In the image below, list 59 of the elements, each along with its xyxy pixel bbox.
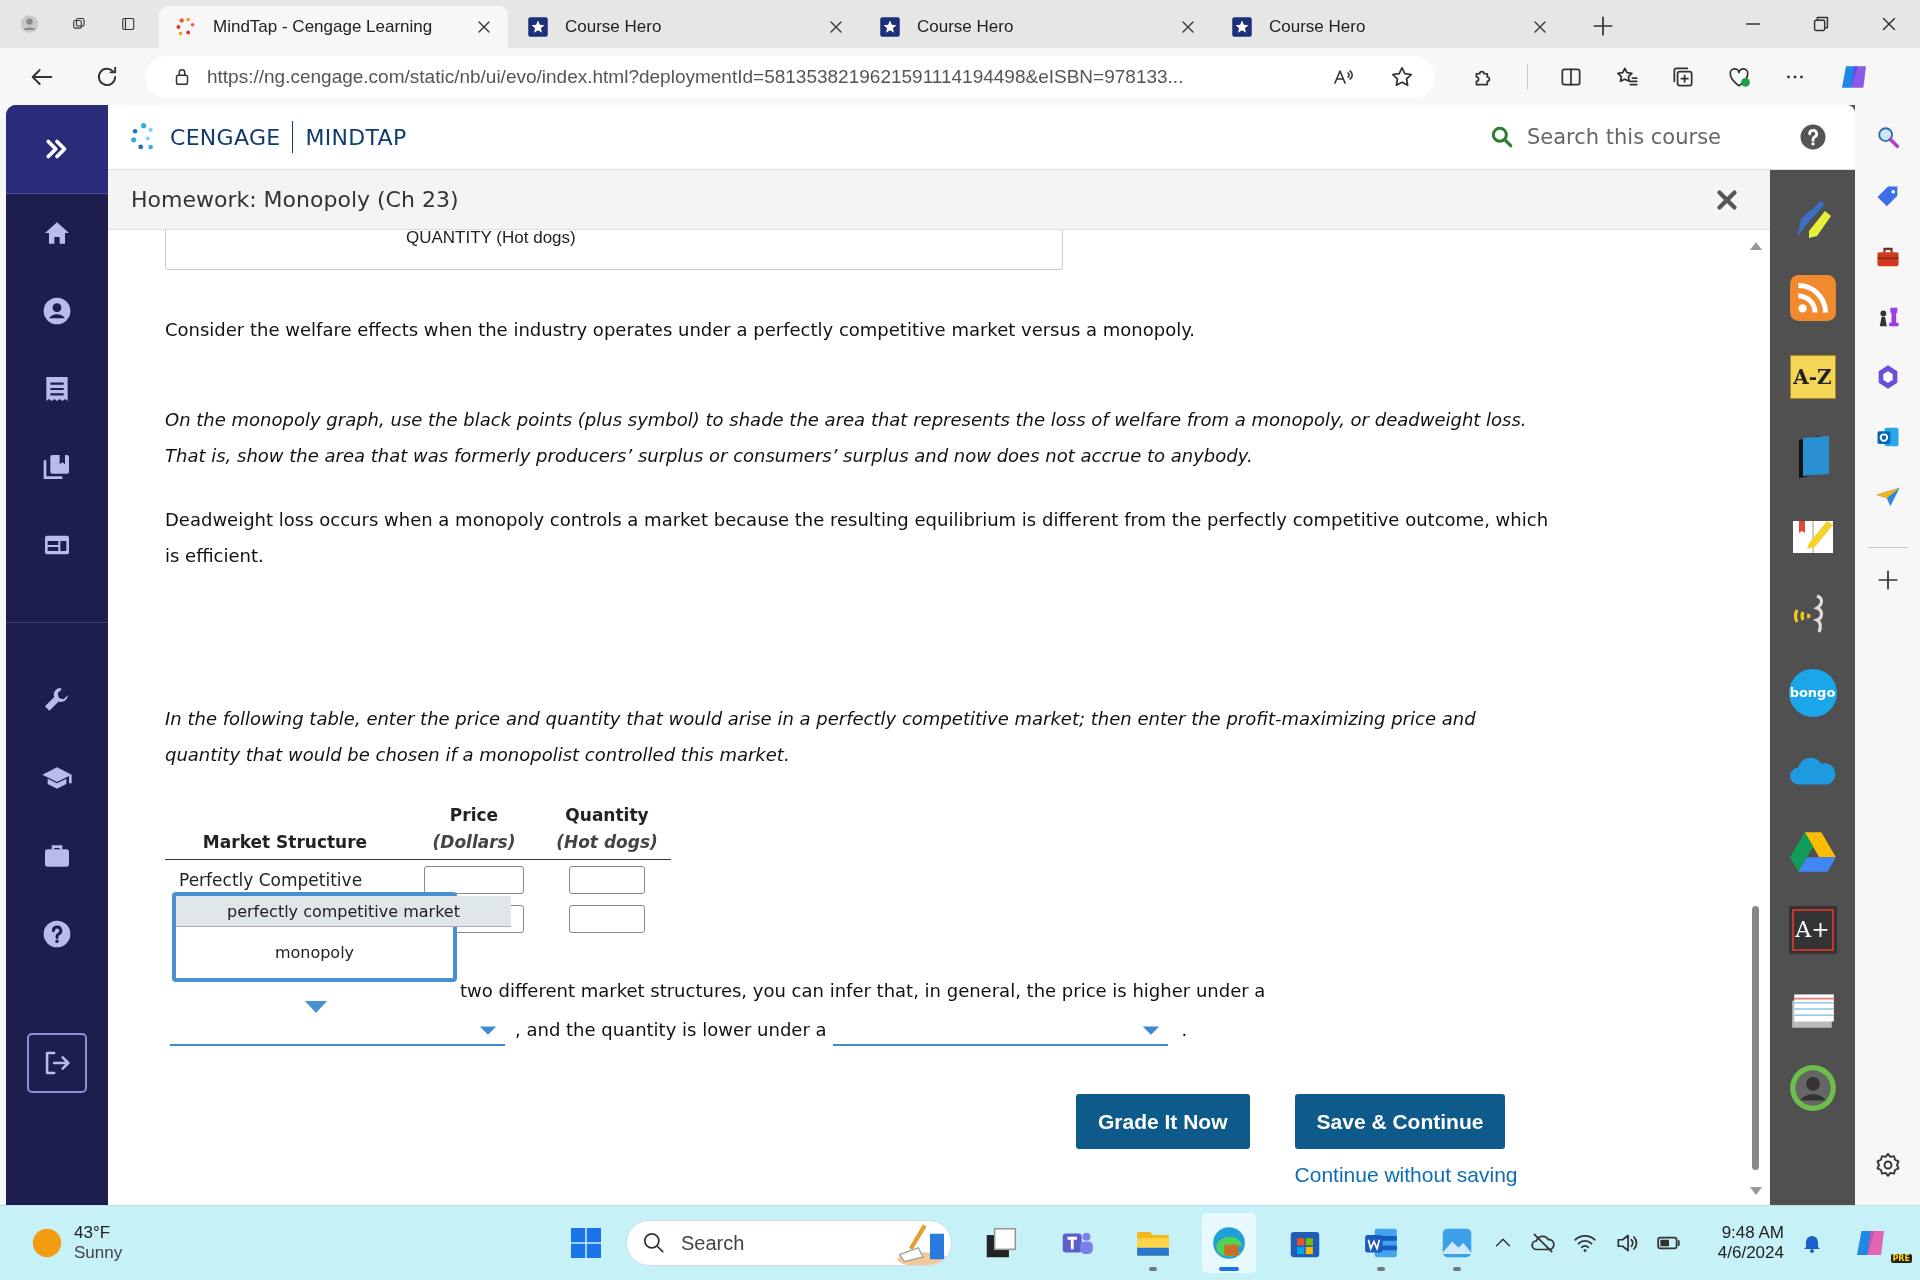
product-name: MINDTAP: [305, 124, 407, 150]
browser-tab[interactable]: MindTap - Cengage Learning: [159, 6, 508, 48]
running-indicator: [1149, 1267, 1157, 1271]
edge-icon[interactable]: [1210, 1224, 1248, 1262]
exit-button[interactable]: [27, 1033, 87, 1093]
paragraph: Deadweight loss occurs when a monopoly controls a market because the resulting equilibrium is different from the perfectly competitive outcome, which is efficient.: [165, 508, 1550, 568]
grade-button[interactable]: Grade It Now: [1076, 1094, 1250, 1149]
column-unit: (Hot dogs): [556, 832, 658, 852]
quantity-input[interactable]: [569, 904, 645, 933]
tab-title: Course Hero: [565, 17, 662, 37]
preview-badge: PRE: [1890, 1254, 1912, 1263]
dropdown-option[interactable]: perfectly competitive market: [176, 896, 511, 927]
grade-icon[interactable]: A+: [1788, 905, 1837, 954]
clock-time[interactable]: 9:48 AM: [1721, 1223, 1784, 1243]
tab-title: Course Hero: [917, 17, 1014, 37]
column-header: Quantity: [565, 805, 649, 825]
sentence-text: two different market structures, you can infer that, in general, the price is higher under a: [460, 979, 1266, 1001]
person-icon[interactable]: [41, 295, 73, 327]
paragraph: Consider the welfare effects when the industry operates under a perfectly competitive market versus a monopoly.: [165, 318, 1196, 342]
weather-condition: Sunny: [74, 1243, 123, 1263]
running-indicator: [1453, 1267, 1461, 1271]
continue-link[interactable]: Continue without saving: [1294, 1163, 1518, 1187]
column-header: Price: [449, 805, 499, 825]
temperature: 43°F: [74, 1223, 112, 1243]
help-icon[interactable]: [41, 918, 73, 950]
column-header: Market Structure: [202, 832, 368, 852]
paragraph: On the monopoly graph, use the black points (plus symbol) to shade the area that represents the loss of welfare from a monopoly, or deadweight loss. That is, show the area that was formerly producers’ surplus or consumers’ surplus and now does not accrue to anybody.: [165, 408, 1528, 468]
pointer-icon: [305, 1001, 327, 1013]
cloud-off-icon[interactable]: [1529, 1230, 1556, 1256]
column-unit: (Dollars): [432, 832, 516, 852]
price-input[interactable]: [424, 865, 524, 894]
taskbar-search[interactable]: Search: [626, 1220, 952, 1266]
running-indicator: [1219, 1267, 1239, 1271]
paragraph: In the following table, enter the price and quantity that would arise in a perfectly competitive market; then enter the profit-maximizing price and quantity that would be chosen if a monopolist controlled this market.: [165, 707, 1477, 767]
sentence-text: , and the quantity is lower under a: [515, 1019, 827, 1042]
sentence-text: .: [1181, 1019, 1188, 1042]
browser-tab[interactable]: Course Hero: [511, 6, 860, 48]
browser-tab[interactable]: Course Hero: [863, 6, 1212, 48]
start-icon[interactable]: [568, 1225, 604, 1261]
search-field[interactable]: Search this course: [1489, 124, 1742, 150]
search-input[interactable]: Search this course: [1527, 125, 1742, 149]
assignment-title: Homework: Monopoly (Ch 23): [131, 187, 459, 212]
avatar-icon[interactable]: [1787, 1062, 1838, 1113]
quantity-input[interactable]: [569, 865, 645, 894]
axis-label: QUANTITY (Hot dogs): [406, 230, 576, 246]
search-input[interactable]: Search: [679, 1230, 863, 1256]
glossary-icon[interactable]: A-Z: [1789, 354, 1836, 399]
browser-tab[interactable]: Course Hero: [1215, 6, 1564, 48]
rss-icon[interactable]: [1787, 272, 1838, 323]
tab-title: MindTap - Cengage Learning: [213, 17, 433, 37]
clock-date[interactable]: 4/6/2024: [1717, 1243, 1784, 1263]
tab-title: Course Hero: [1269, 17, 1366, 37]
dropdown-option[interactable]: monopoly: [176, 927, 453, 978]
brand-name: CENGAGE: [170, 124, 281, 150]
running-indicator: [1377, 1267, 1385, 1271]
address-field[interactable]: https://ng.cengage.com/static/nb/ui/evo/index.html?deploymentId=5813538219621591114194498&eISBN=978133...: [145, 55, 1435, 98]
save-button[interactable]: Save & Continue: [1294, 1094, 1506, 1149]
search-icon: [1489, 124, 1515, 150]
row-label: Perfectly Competitive: [178, 869, 363, 890]
